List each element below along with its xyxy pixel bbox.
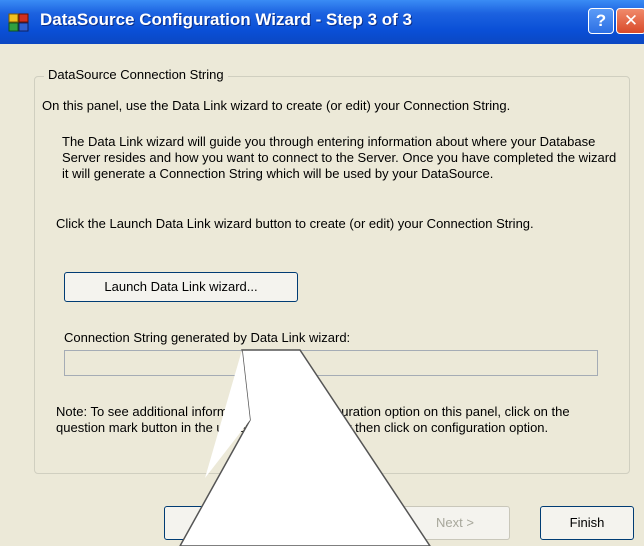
cancel-button[interactable]: Cancel <box>164 506 264 540</box>
wizard-window: DataSource Configuration Wizard - Step 3… <box>0 0 644 546</box>
close-button[interactable]: ✕ <box>616 8 644 34</box>
connection-string-field[interactable] <box>64 350 598 376</box>
description-text: The Data Link wizard will guide you thro… <box>62 134 617 181</box>
help-button[interactable]: ? <box>588 8 614 34</box>
app-icon <box>8 13 29 32</box>
intro-text: On this panel, use the Data Link wizard … <box>42 98 511 113</box>
note-text: Note: To see additional information abou… <box>56 404 570 435</box>
next-button[interactable]: Next > <box>400 506 510 540</box>
title-bar[interactable]: DataSource Configuration Wizard - Step 3… <box>0 0 644 44</box>
window-title: DataSource Configuration Wizard - Step 3… <box>40 10 412 29</box>
launch-data-link-wizard-button[interactable]: Launch Data Link wizard... <box>64 272 298 302</box>
finish-button[interactable]: Finish <box>540 506 634 540</box>
instruction-text: Click the Launch Data Link wizard button… <box>56 216 534 231</box>
back-button[interactable]: < Back <box>280 506 380 540</box>
connection-string-label: Connection String generated by Data Link… <box>64 330 351 345</box>
groupbox-legend: DataSource Connection String <box>44 67 228 82</box>
